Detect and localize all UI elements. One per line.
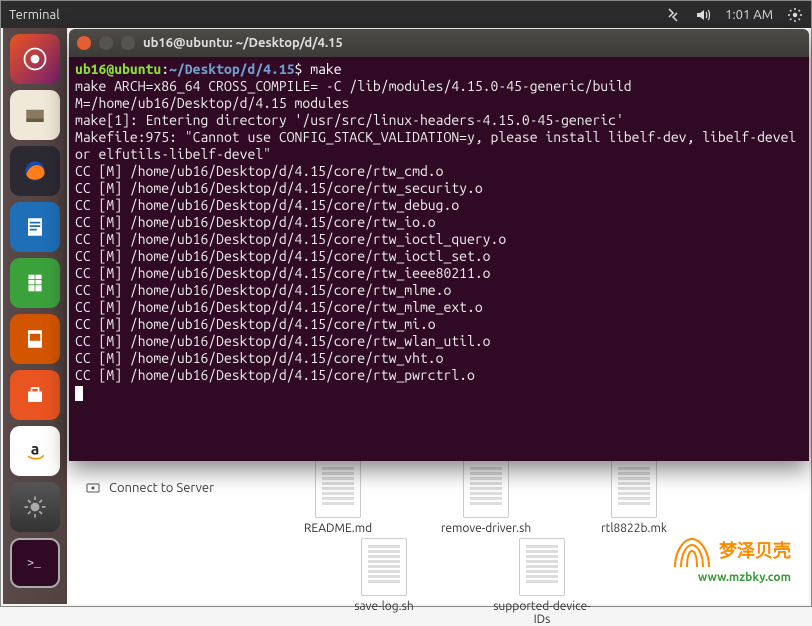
terminal-output-line: CC [M] /home/ub16/Desktop/d/4.15/core/rt… (75, 282, 803, 299)
ubuntu-software-icon[interactable] (10, 370, 60, 420)
terminal-output-line: make ARCH=x86_64 CROSS_COMPILE= -C /lib/… (75, 78, 803, 112)
file-item[interactable]: README.md (283, 460, 393, 535)
terminal-output-line: CC [M] /home/ub16/Desktop/d/4.15/core/rt… (75, 180, 803, 197)
file-thumb-icon (315, 460, 361, 518)
terminal-prompt-line: ub16@ubuntu:~/Desktop/d/4.15$ make (75, 61, 803, 78)
terminal-output-line: CC [M] /home/ub16/Desktop/d/4.15/core/rt… (75, 350, 803, 367)
file-thumb-icon (463, 460, 509, 518)
prompt-symbol: $ (295, 61, 303, 77)
file-thumb-icon (519, 538, 565, 596)
firefox-icon[interactable] (10, 146, 60, 196)
clock[interactable]: 1:01 AM (725, 8, 773, 22)
app-title[interactable]: Terminal (9, 8, 60, 22)
terminal-output-line: CC [M] /home/ub16/Desktop/d/4.15/core/rt… (75, 265, 803, 282)
terminal-output-line: CC [M] /home/ub16/Desktop/d/4.15/core/rt… (75, 197, 803, 214)
window-close-button[interactable] (77, 36, 91, 50)
libreoffice-writer-icon[interactable] (10, 202, 60, 252)
prompt-path: ~/Desktop/d/4.15 (169, 61, 294, 77)
dash-icon[interactable] (10, 34, 60, 84)
file-row-1: README.md remove-driver.sh rtl8822b.mk (283, 460, 689, 535)
watermark: 梦泽贝壳 www.mzbky.com (669, 535, 791, 584)
terminal-output-line: CC [M] /home/ub16/Desktop/d/4.15/core/rt… (75, 333, 803, 350)
file-item[interactable]: remove-driver.sh (431, 460, 541, 535)
network-icon[interactable] (665, 7, 681, 23)
terminal-output-line: CC [M] /home/ub16/Desktop/d/4.15/core/rt… (75, 231, 803, 248)
unity-launcher: a >_ (3, 28, 67, 604)
terminal-output-line: CC [M] /home/ub16/Desktop/d/4.15/core/rt… (75, 248, 803, 265)
svg-text:a: a (31, 440, 40, 458)
connect-to-server[interactable]: Connect to Server (85, 480, 214, 496)
terminal-body[interactable]: ub16@ubuntu:~/Desktop/d/4.15$ make make … (69, 57, 809, 461)
file-item[interactable]: supported-device-IDs (487, 538, 597, 626)
window-maximize-button[interactable] (121, 36, 135, 50)
terminal-cursor (75, 386, 83, 401)
svg-text:>_: >_ (27, 559, 41, 571)
file-thumb-icon (611, 460, 657, 518)
terminal-window: ub16@ubuntu: ~/Desktop/d/4.15 ub16@ubunt… (69, 29, 809, 461)
file-label: rtl8822b.mk (601, 522, 667, 535)
libreoffice-calc-icon[interactable] (10, 258, 60, 308)
connect-server-label: Connect to Server (109, 481, 214, 495)
watermark-url: www.mzbky.com (669, 571, 791, 584)
terminal-output-line: Makefile:975: "Cannot use CONFIG_STACK_V… (75, 129, 803, 163)
terminal-output-line: CC [M] /home/ub16/Desktop/d/4.15/core/rt… (75, 367, 803, 384)
file-label: supported-device-IDs (487, 600, 597, 626)
file-item[interactable]: save-log.sh (329, 538, 439, 626)
terminal-output-line: CC [M] /home/ub16/Desktop/d/4.15/core/rt… (75, 163, 803, 180)
prompt-user: ub16@ubuntu (75, 61, 161, 77)
volume-icon[interactable] (695, 7, 711, 23)
terminal-titlebar[interactable]: ub16@ubuntu: ~/Desktop/d/4.15 (69, 29, 809, 57)
watermark-text: 梦泽贝壳 (719, 541, 791, 561)
file-label: README.md (304, 522, 372, 535)
terminal-output-line: CC [M] /home/ub16/Desktop/d/4.15/core/rt… (75, 316, 803, 333)
files-manager-icon[interactable] (10, 90, 60, 140)
terminal-output-line: CC [M] /home/ub16/Desktop/d/4.15/core/rt… (75, 214, 803, 231)
libreoffice-impress-icon[interactable] (10, 314, 60, 364)
terminal-output-line: make[1]: Entering directory '/usr/src/li… (75, 112, 803, 129)
file-item[interactable]: rtl8822b.mk (579, 460, 689, 535)
file-label: remove-driver.sh (441, 522, 531, 535)
terminal-launcher-icon[interactable]: >_ (10, 538, 60, 588)
terminal-output-line: CC [M] /home/ub16/Desktop/d/4.15/core/rt… (75, 299, 803, 316)
window-minimize-button[interactable] (99, 36, 113, 50)
top-menubar: Terminal 1:01 AM (1, 1, 811, 28)
terminal-title: ub16@ubuntu: ~/Desktop/d/4.15 (143, 36, 343, 50)
gear-icon[interactable] (787, 7, 803, 23)
file-row-2: save-log.sh supported-device-IDs (329, 538, 597, 626)
prompt-command: make (310, 61, 341, 77)
file-thumb-icon (361, 538, 407, 596)
system-settings-icon[interactable] (10, 482, 60, 532)
amazon-icon[interactable]: a (10, 426, 60, 476)
